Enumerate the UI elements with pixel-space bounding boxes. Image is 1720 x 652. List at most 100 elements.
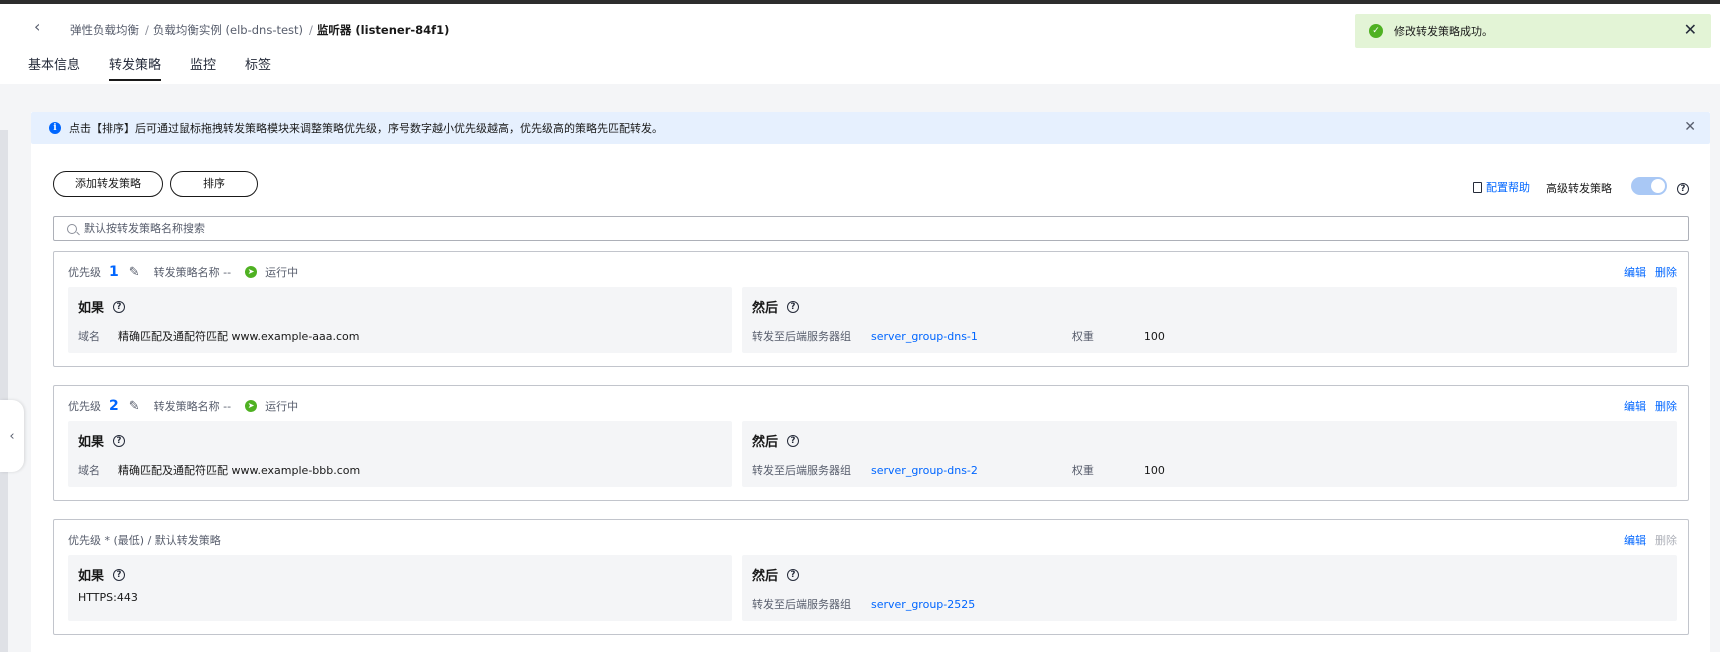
action-key: 转发至后端服务器组 <box>752 464 851 477</box>
toggle-knob <box>1651 179 1665 193</box>
search-input[interactable] <box>84 222 1584 235</box>
if-block: 如果? 域名 精确匹配及通配符匹配 www.example-bbb.com <box>68 421 732 487</box>
edit-pencil-icon[interactable]: ✎ <box>129 399 140 414</box>
info-banner-text: 点击【排序】后可通过鼠标拖拽转发策略模块来调整策略优先级，序号数字越小优先级越高… <box>69 122 663 135</box>
help-question-icon[interactable]: ? <box>113 434 126 447</box>
policy-card-2[interactable]: 优先级 2 ✎ 转发策略名称 -- ➤ 运行中 编辑 删除 如果? 域名 精确匹配… <box>53 385 1689 501</box>
running-status-icon: ➤ <box>245 266 258 278</box>
if-block: 如果? 域名 精确匹配及通配符匹配 www.example-aaa.com <box>68 287 732 353</box>
listener-protocol-port: HTTPS:443 <box>78 591 138 604</box>
condition-value: 精确匹配及通配符匹配 www.example-bbb.com <box>118 464 361 477</box>
sort-button[interactable]: 排序 <box>170 171 258 197</box>
if-condition: 域名 精确匹配及通配符匹配 www.example-bbb.com <box>78 462 360 478</box>
tab-tags[interactable]: 标签 <box>245 54 271 81</box>
advanced-policy-toggle[interactable] <box>1631 177 1667 195</box>
help-question-icon[interactable]: ? <box>787 434 800 447</box>
default-policy-card[interactable]: 优先级 * (最低) / 默认转发策略 编辑 删除 如果? HTTPS:443 … <box>53 519 1689 635</box>
config-help-link[interactable]: 配置帮助 <box>1473 179 1530 195</box>
then-title: 然后? <box>752 297 800 316</box>
condition-key: 域名 <box>78 464 100 477</box>
then-title-text: 然后 <box>752 569 779 584</box>
add-policy-button[interactable]: 添加转发策略 <box>53 171 163 197</box>
weight-label: 权重 <box>1071 464 1094 477</box>
advanced-policy-label: 高级转发策略 <box>1546 182 1612 195</box>
then-block: 然后? 转发至后端服务器组 server_group-2525 <box>742 555 1677 621</box>
server-group-link[interactable]: server_group-dns-1 <box>871 330 978 343</box>
tab-forwarding-policy[interactable]: 转发策略 <box>109 54 162 81</box>
if-condition: 域名 精确匹配及通配符匹配 www.example-aaa.com <box>78 328 360 344</box>
if-block: 如果? HTTPS:443 <box>68 555 732 621</box>
action-key: 转发至后端服务器组 <box>752 330 851 343</box>
if-title-text: 如果 <box>78 569 105 584</box>
policy-name-label: 转发策略名称 <box>153 266 220 279</box>
action-key: 转发至后端服务器组 <box>752 598 851 611</box>
then-action: 转发至后端服务器组 server_group-dns-1 权重 100 <box>752 328 1165 344</box>
breadcrumb-separator: / <box>145 23 149 37</box>
edit-pencil-icon[interactable]: ✎ <box>129 265 140 280</box>
server-group-link[interactable]: server_group-dns-2 <box>871 464 978 477</box>
close-icon[interactable]: ✕ <box>1684 120 1696 134</box>
policy-name-value: -- <box>223 400 232 413</box>
tab-monitoring[interactable]: 监控 <box>190 54 216 81</box>
then-block: 然后? 转发至后端服务器组 server_group-dns-2 权重 100 <box>742 421 1677 487</box>
config-help-label: 配置帮助 <box>1486 181 1530 194</box>
weight-value: 100 <box>1143 464 1165 477</box>
help-question-icon[interactable]: ? <box>113 300 126 313</box>
breadcrumb-separator: / <box>309 23 313 37</box>
collapse-sidebar-icon[interactable]: ‹ <box>0 400 24 472</box>
then-action: 转发至后端服务器组 server_group-dns-2 权重 100 <box>752 462 1165 478</box>
toast-message: 修改转发策略成功。 <box>1394 25 1493 38</box>
help-question-icon[interactable]: ? <box>787 568 800 581</box>
edit-link[interactable]: 编辑 <box>1624 532 1646 548</box>
priority-label: 优先级 <box>68 400 101 413</box>
info-banner: i 点击【排序】后可通过鼠标拖拽转发策略模块来调整策略优先级，序号数字越小优先级… <box>31 112 1710 144</box>
edit-link[interactable]: 编辑 <box>1624 398 1646 414</box>
condition-key: 域名 <box>78 330 100 343</box>
breadcrumb-item-elb[interactable]: 弹性负载均衡 <box>70 23 139 37</box>
weight-label: 权重 <box>1071 330 1094 343</box>
priority-label: 优先级 <box>68 266 101 279</box>
success-check-icon: ✓ <box>1369 24 1383 38</box>
if-title-text: 如果 <box>78 301 105 316</box>
if-title-text: 如果 <box>78 435 105 450</box>
policy-name: 转发策略名称 -- <box>154 264 231 280</box>
side-rail <box>0 130 8 652</box>
if-title: 如果? <box>78 297 126 316</box>
then-block: 然后? 转发至后端服务器组 server_group-dns-1 权重 100 <box>742 287 1677 353</box>
server-group-link[interactable]: server_group-2525 <box>871 598 975 611</box>
delete-link[interactable]: 删除 <box>1655 398 1677 414</box>
policy-card-header: 优先级 2 ✎ 转发策略名称 -- ➤ 运行中 <box>68 398 298 414</box>
running-status-icon: ➤ <box>245 400 258 412</box>
then-title: 然后? <box>752 431 800 450</box>
help-question-icon[interactable]: ? <box>113 568 126 581</box>
info-icon: i <box>49 122 61 134</box>
back-arrow-icon[interactable]: ‹ <box>34 18 50 36</box>
default-policy-header: 优先级 * (最低) / 默认转发策略 <box>68 534 221 547</box>
condition-value: 精确匹配及通配符匹配 www.example-aaa.com <box>118 330 360 343</box>
policy-actions: 编辑 删除 <box>1624 264 1677 280</box>
help-question-icon[interactable]: ? <box>1677 180 1689 195</box>
policy-card-header: 优先级 * (最低) / 默认转发策略 <box>68 532 221 548</box>
priority-number: 1 <box>109 264 119 280</box>
weight-value: 100 <box>1143 330 1165 343</box>
breadcrumb-current: 监听器 (listener-84f1) <box>316 23 450 37</box>
status-text: 运行中 <box>265 266 299 279</box>
policy-name-value: -- <box>223 266 232 279</box>
status-text: 运行中 <box>265 400 299 413</box>
if-condition: HTTPS:443 <box>78 591 138 604</box>
policy-name-label: 转发策略名称 <box>153 400 220 413</box>
tab-basic-info[interactable]: 基本信息 <box>28 54 80 81</box>
close-icon[interactable]: ✕ <box>1684 22 1697 38</box>
delete-link[interactable]: 删除 <box>1655 264 1677 280</box>
then-title-text: 然后 <box>752 301 779 316</box>
policy-card-header: 优先级 1 ✎ 转发策略名称 -- ➤ 运行中 <box>68 264 298 280</box>
policy-search-box <box>53 216 1689 241</box>
if-title: 如果? <box>78 565 126 584</box>
then-title-text: 然后 <box>752 435 779 450</box>
edit-link[interactable]: 编辑 <box>1624 264 1646 280</box>
help-question-icon[interactable]: ? <box>787 300 800 313</box>
policy-actions: 编辑 删除 <box>1624 398 1677 414</box>
document-icon <box>1473 181 1482 193</box>
breadcrumb-item-instance[interactable]: 负载均衡实例 (elb-dns-test) <box>153 23 303 37</box>
policy-card-1[interactable]: 优先级 1 ✎ 转发策略名称 -- ➤ 运行中 编辑 删除 如果? 域名 精确匹配… <box>53 251 1689 367</box>
